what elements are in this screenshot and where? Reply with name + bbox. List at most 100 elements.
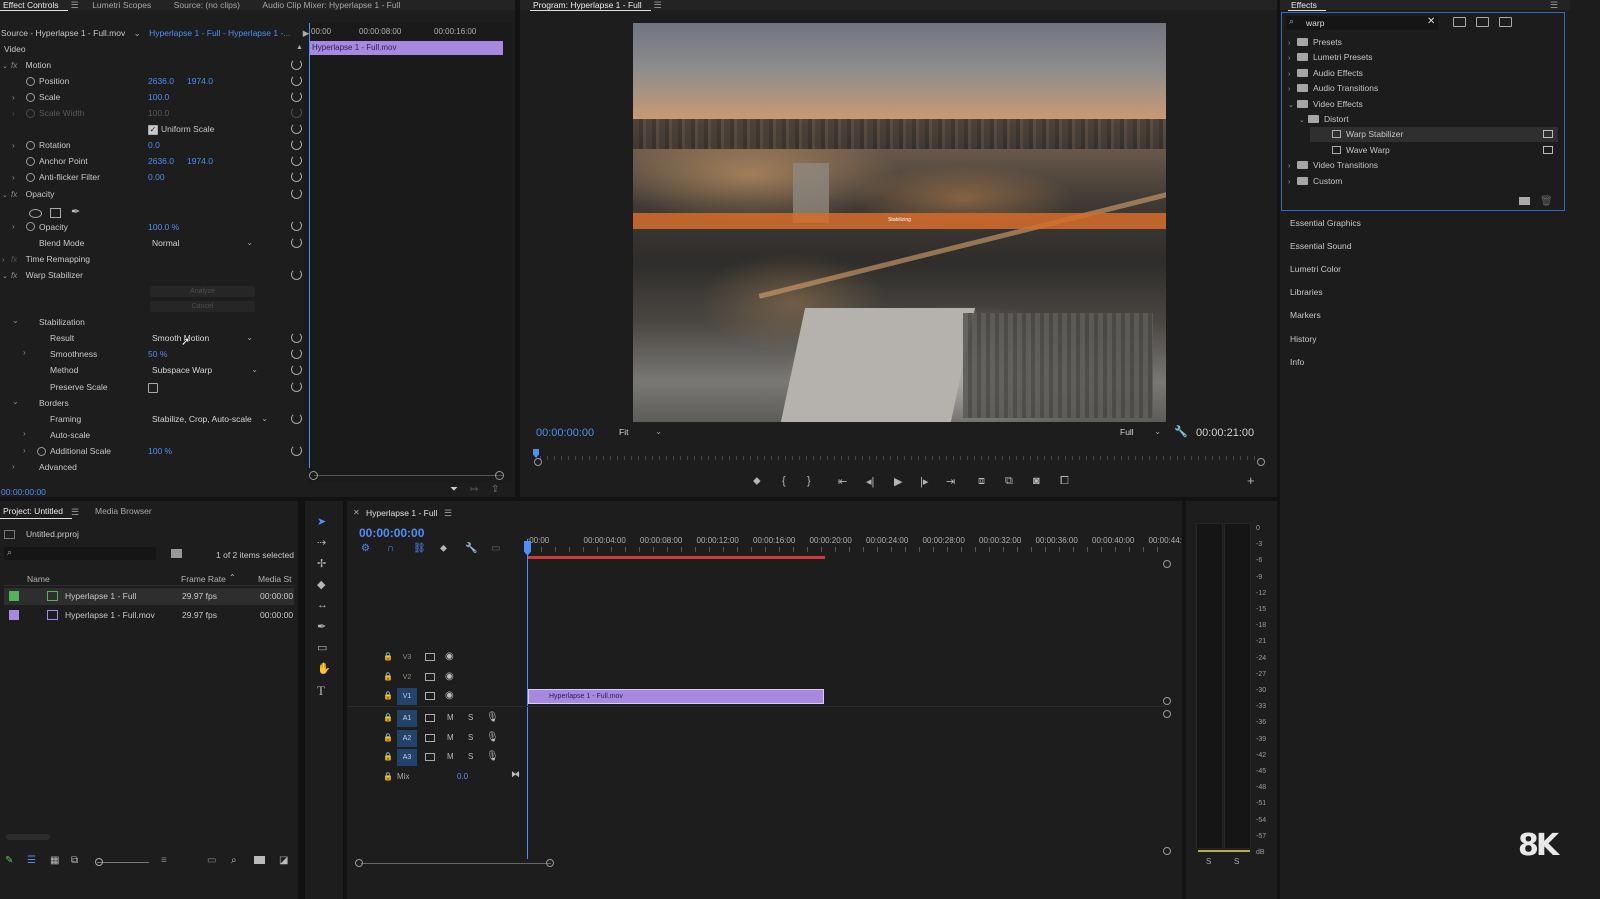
sync-lock-icon[interactable] [425, 753, 435, 761]
ec-clip-bar[interactable]: Hyperlapse 1 - Full.mov [309, 41, 503, 55]
collapse-icon[interactable]: ⌄ [1288, 98, 1297, 113]
vertical-scroll-handle-icon[interactable] [1163, 697, 1171, 705]
horizontal-scroll-handle-icon[interactable] [546, 859, 554, 867]
expand-icon[interactable]: › [12, 93, 15, 102]
expand-icon[interactable]: › [12, 173, 15, 182]
sort-ascending-icon[interactable]: ⌃ [229, 573, 236, 582]
scroll-up-icon[interactable]: ▲ [296, 44, 303, 51]
rectangle-tool-icon[interactable]: ▭ [317, 641, 327, 654]
lock-icon[interactable]: 🔒 [383, 733, 393, 742]
tab-source[interactable]: Source: (no clips) [171, 1, 249, 11]
reset-icon[interactable] [291, 413, 302, 424]
ec-mini-timeline[interactable]: 00:00 00:00:08:00 00:00:16:00 Hyperlapse… [309, 23, 513, 483]
work-area-bar[interactable] [528, 556, 825, 559]
new-search-bin-icon[interactable] [171, 549, 182, 558]
nest-icon[interactable]: ⚙ [361, 543, 370, 554]
program-scrubber[interactable] [533, 449, 1265, 466]
panel-menu-icon[interactable]: ☰ [654, 0, 662, 10]
step-forward-icon[interactable]: |▸ [920, 475, 928, 488]
warp-stabilizer-row[interactable]: ⌄ fx Warp Stabilizer [2, 267, 83, 283]
reset-icon[interactable] [291, 188, 302, 199]
track-target-toggle[interactable]: V1 [397, 688, 417, 705]
lock-icon[interactable]: 🔒 [383, 652, 393, 661]
mix-lock-icon[interactable]: 🔒 [383, 772, 393, 781]
project-search-box[interactable]: ⌕ [4, 547, 156, 560]
reset-icon[interactable] [291, 237, 302, 248]
wrench-icon[interactable]: 🔧 [465, 543, 477, 554]
video-track-header[interactable]: 🔒 V3 ◉ [347, 649, 525, 667]
anchor-y-value[interactable]: 1974.0 [187, 153, 213, 169]
track-target-toggle[interactable]: V2 [397, 669, 417, 686]
stopwatch-icon[interactable] [26, 77, 35, 86]
sync-lock-icon[interactable] [425, 692, 435, 700]
sequence-label[interactable]: Hyperlapse 1 - Full - Hyperlapse 1 -... [149, 28, 290, 38]
label-color-swatch[interactable] [9, 610, 19, 620]
zoom-handle-icon[interactable] [95, 858, 103, 866]
effects-tree-item[interactable]: ⌄ Video Effects [1288, 97, 1363, 112]
side-panel-item[interactable]: History [1290, 334, 1316, 344]
timeline-timecode[interactable]: 00:00:00:00 [359, 526, 424, 540]
find-icon[interactable]: ⌕ [231, 855, 237, 866]
lock-icon[interactable]: 🔒 [383, 672, 393, 681]
trash-icon[interactable]: 🗑 [1540, 196, 1553, 207]
effects-tree-item[interactable]: ⌄ Distort [1299, 112, 1349, 127]
stopwatch-icon[interactable] [37, 447, 46, 456]
accelerated-effects-icon[interactable] [1453, 17, 1466, 27]
track-target-toggle[interactable]: V3 [397, 649, 417, 666]
reset-icon[interactable] [291, 445, 302, 456]
linked-selection-icon[interactable]: ⛓ [413, 543, 426, 554]
ellipse-mask-icon[interactable] [29, 209, 42, 218]
stopwatch-icon[interactable] [26, 222, 35, 231]
tab-sequence[interactable]: Hyperlapse 1 - Full [366, 508, 437, 518]
rectangle-mask-icon[interactable] [50, 208, 61, 218]
ec-timecode[interactable]: 00:00:00:00 [1, 487, 46, 497]
audio-track-header[interactable]: 🔒 A3 M S 🎙 [347, 749, 525, 767]
anchor-x-value[interactable]: 2636.0 [148, 153, 174, 169]
comparison-view-icon[interactable]: ⧠ [1060, 475, 1069, 488]
microphone-icon[interactable]: 🎙 [486, 712, 499, 723]
anti-flicker-value[interactable]: 0.00 [148, 169, 165, 185]
opacity-value[interactable]: 100.0 % [148, 219, 179, 235]
add-button-icon[interactable]: + [1247, 473, 1255, 488]
framing-dropdown[interactable]: Stabilize, Crop, Auto-scale ⌄ [150, 413, 270, 425]
solo-icon[interactable]: S [468, 752, 473, 761]
icon-view-icon[interactable]: ▦ [50, 855, 59, 866]
tab-media-browser[interactable]: Media Browser [92, 507, 161, 519]
play-icon[interactable]: ▶ [894, 475, 902, 488]
source-selector[interactable]: Source - Hyperlapse 1 - Full.mov ⌄ Hyper… [1, 25, 309, 41]
reset-icon[interactable] [291, 269, 302, 280]
scale-value[interactable]: 100.0 [148, 89, 169, 105]
share-icon[interactable]: ⇪ [491, 484, 499, 495]
project-item-row[interactable]: Hyperlapse 1 - Full.mov 29.97 fps 00:00:00 [4, 607, 294, 624]
position-x-value[interactable]: 2636.0 [148, 73, 174, 89]
column-name[interactable]: Name [27, 574, 50, 584]
tab-project[interactable]: Project: Untitled [0, 507, 72, 519]
audio-track-header[interactable]: 🔒 A1 M S 🎙 [347, 710, 525, 728]
add-marker-icon[interactable]: ⬥ [440, 543, 447, 554]
effects-search-value[interactable]: warp [1306, 18, 1324, 28]
effects-search-box[interactable]: ⌕ warp ✕ [1286, 16, 1438, 30]
expand-icon[interactable]: › [12, 222, 15, 231]
collapse-icon[interactable]: ⌄ [12, 397, 19, 406]
mark-out-icon[interactable]: } [807, 475, 811, 487]
expand-icon[interactable]: › [1288, 67, 1297, 82]
eye-icon[interactable]: ◉ [445, 651, 454, 662]
result-dropdown[interactable]: Smooth Motion ⌄ [150, 332, 255, 344]
lock-icon[interactable]: 🔒 [383, 752, 393, 761]
expand-icon[interactable]: › [23, 429, 26, 438]
stopwatch-icon[interactable] [26, 141, 35, 150]
preserve-scale-checkbox[interactable] [148, 383, 158, 393]
timeline-clip[interactable]: Hyperlapse 1 - Full.mov [528, 689, 824, 704]
collapse-icon[interactable]: ⌄ [2, 269, 11, 285]
opacity-effect-row[interactable]: ⌄ fx Opacity [2, 186, 54, 202]
video-track-header[interactable]: 🔒 V2 ◉ [347, 669, 525, 687]
ec-playhead[interactable] [309, 23, 310, 468]
tab-program[interactable]: Program: Hyperlapse 1 - Full [530, 1, 651, 11]
fx-icon[interactable]: fx [11, 61, 17, 70]
effects-tree-item[interactable]: › Audio Transitions [1288, 81, 1378, 96]
effects-tree-item[interactable]: › Custom [1288, 174, 1342, 189]
blend-mode-dropdown[interactable]: Normal ⌄ [150, 237, 255, 249]
playhead-icon[interactable] [524, 541, 531, 556]
side-panel-item[interactable]: Libraries [1290, 287, 1323, 297]
eye-icon[interactable]: ◉ [445, 690, 454, 701]
